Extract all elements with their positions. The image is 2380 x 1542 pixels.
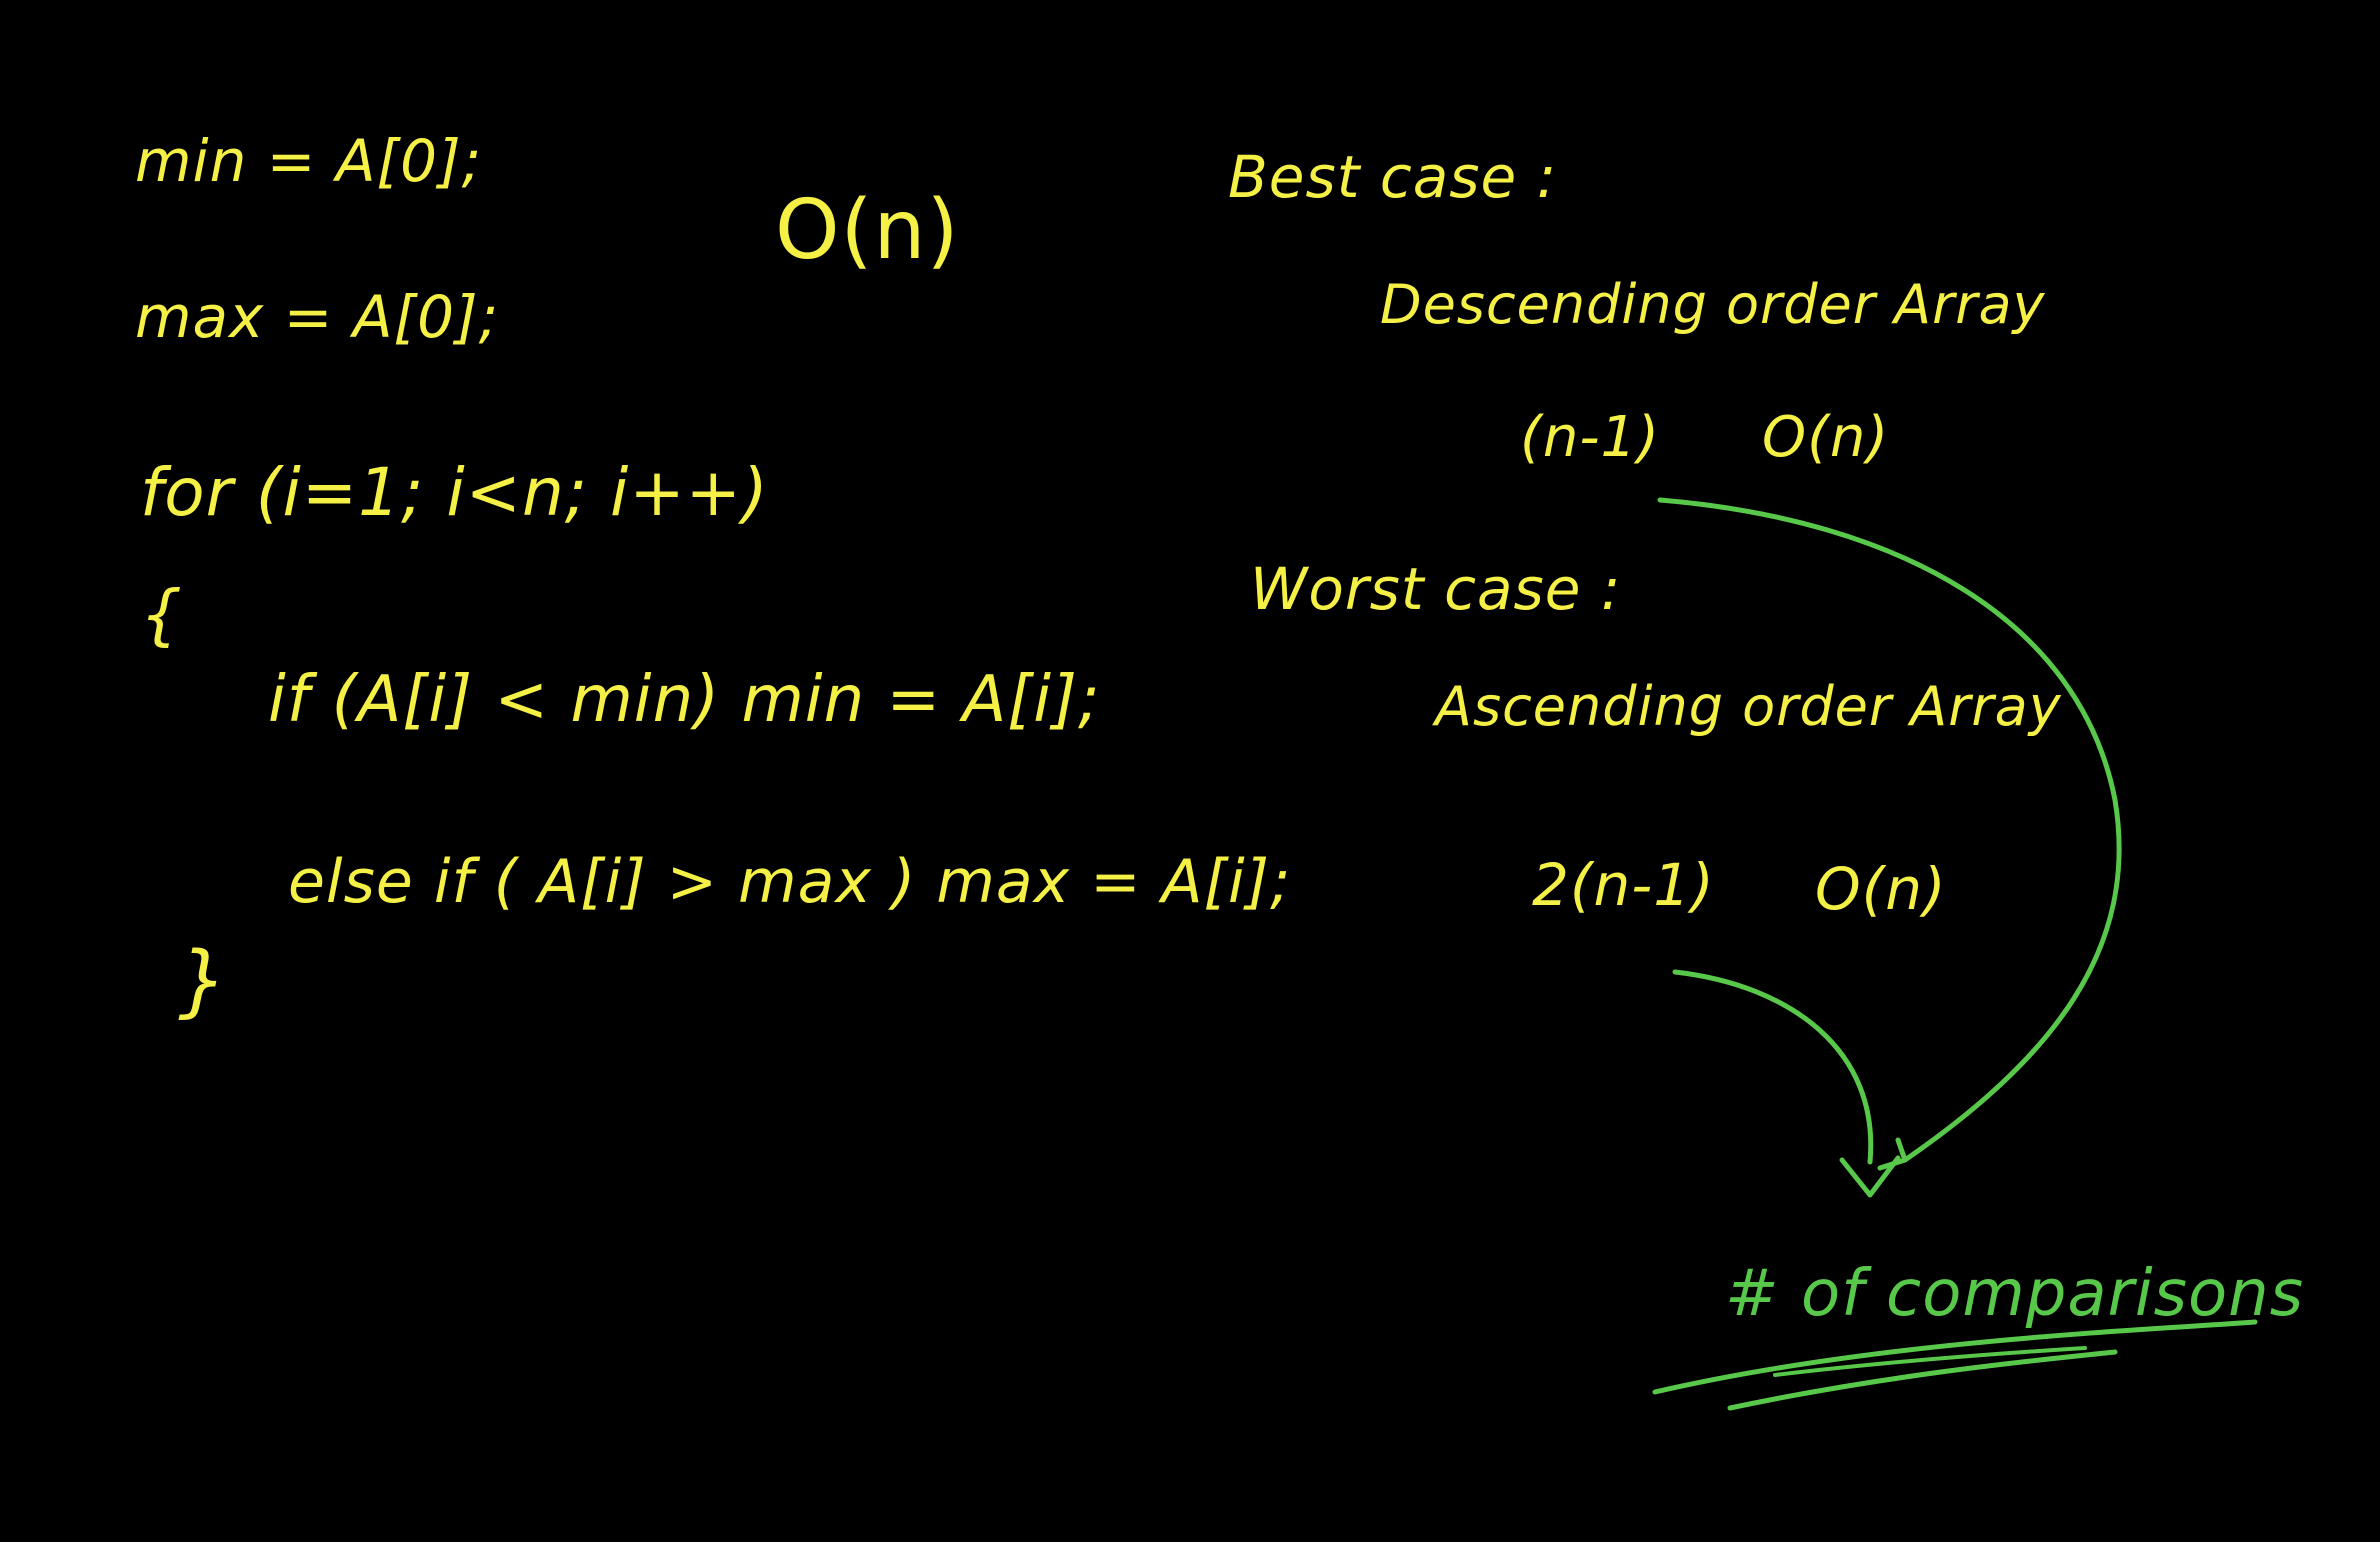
whiteboard-canvas: min = A[0]; max = A[0]; for (i=1; i<n; i… [0,0,2380,1542]
code-line-if: if (A[i] < min) min = A[i]; [268,663,1101,737]
best-case-title: Best case : [1228,143,1558,211]
underline-1 [1652,1319,2258,1395]
worst-case-title: Worst case : [1250,555,1622,623]
code-close-brace: } [178,936,229,1026]
underline-3 [1773,1346,2087,1377]
worst-case-order: O(n) [1815,855,1947,923]
complexity-main: O(n) [775,183,960,278]
code-line-else-if: else if ( A[i] > max ) max = A[i]; [288,847,1292,917]
code-line-min-init: min = A[0]; [135,127,483,195]
code-line-for: for (i=1; i<n; i++) [140,454,769,531]
code-line-max-init: max = A[0]; [135,283,500,351]
best-case-description: Descending order Array [1380,273,2046,336]
best-case-count: (n-1) [1520,405,1661,470]
arrow-curve-best [1657,497,2122,1163]
worst-case-count: 2(n-1) [1532,851,1715,919]
comparisons-label: # of comparisons [1725,1257,2305,1331]
arrow-head-left [1839,1155,1901,1198]
underline-2 [1727,1349,2118,1411]
arrow-curve-worst [1672,969,1874,1165]
best-case-order: O(n) [1762,405,1890,470]
worst-case-description: Ascending order Array [1435,675,2062,738]
code-open-brace: { [140,576,183,653]
arrow-head-right [1877,1137,1908,1171]
